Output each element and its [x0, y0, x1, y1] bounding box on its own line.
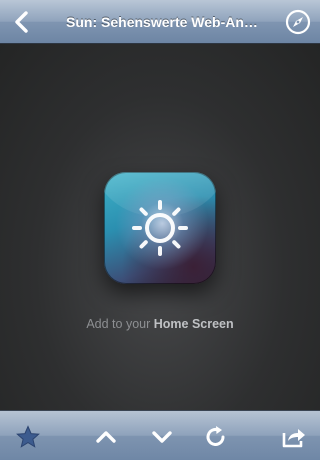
back-button[interactable]: [4, 4, 40, 40]
page-title: Sun: Sehenswerte Web-An…: [66, 14, 258, 30]
next-button[interactable]: [144, 419, 180, 455]
app-icon[interactable]: [104, 172, 216, 284]
sun-icon: [132, 200, 188, 256]
home-hint-bold: Home Screen: [153, 317, 234, 331]
previous-button[interactable]: [88, 419, 124, 455]
home-hint-prefix: Add to your: [86, 317, 154, 331]
reload-icon: [206, 426, 225, 446]
main-content: Add to your Home Screen: [0, 44, 320, 410]
chevron-left-icon: [15, 11, 28, 33]
navigation-bar: Sun: Sehenswerte Web-An…: [0, 0, 320, 44]
reload-button[interactable]: [198, 419, 234, 455]
bottom-toolbar: [0, 410, 320, 460]
arrow-down-icon: [152, 431, 172, 443]
share-button[interactable]: [276, 419, 312, 455]
bookmark-button[interactable]: [10, 419, 46, 455]
compass-icon: [285, 9, 311, 35]
share-icon: [282, 429, 305, 448]
star-icon: [16, 425, 40, 448]
compass-button[interactable]: [280, 4, 316, 40]
add-to-home-screen-hint: Add to your Home Screen: [0, 317, 320, 331]
arrow-up-icon: [96, 431, 116, 443]
